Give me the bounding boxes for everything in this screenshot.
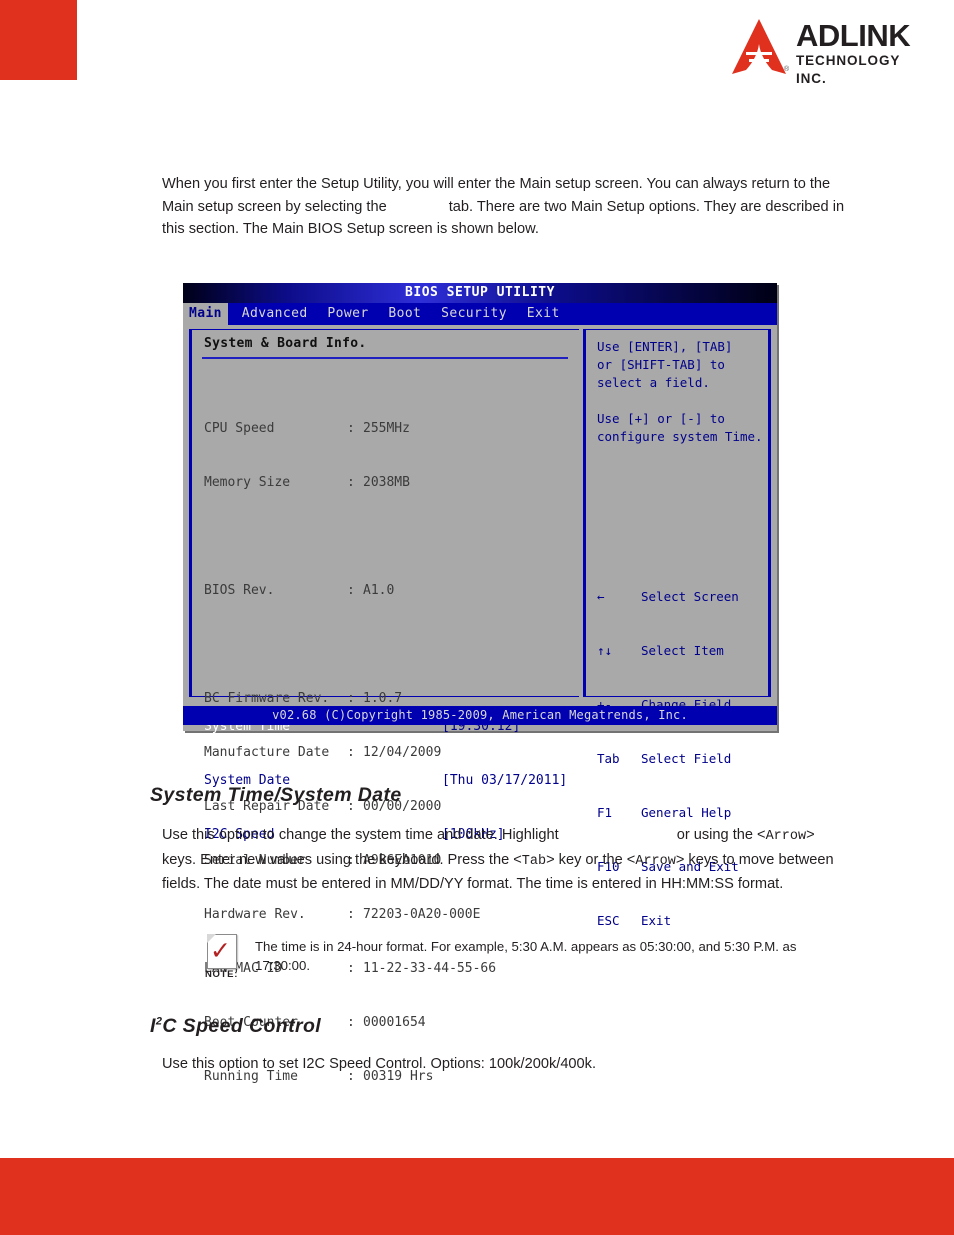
bios-tab-security[interactable]: Security bbox=[435, 303, 513, 325]
setting-value[interactable]: [Thu 03/17/2011] bbox=[442, 772, 567, 790]
key-glyph: Tab bbox=[597, 751, 620, 766]
bios-help-pane: Use [ENTER], [TAB] or [SHIFT-TAB] to sel… bbox=[583, 329, 771, 928]
bios-tab-boot[interactable]: Boot bbox=[382, 303, 427, 325]
info-value: A1.0 bbox=[363, 583, 395, 598]
bios-tab-advanced[interactable]: Advanced bbox=[236, 303, 314, 325]
section-body-i2c-speed-control: Use this option to set I2C Speed Control… bbox=[162, 1056, 597, 1072]
body-text-e: > key or the < bbox=[546, 851, 636, 868]
key-glyph: ↑↓ bbox=[597, 643, 613, 658]
section-heading-system-time-date: System Time/System Date bbox=[150, 784, 402, 806]
info-value: 00001654 bbox=[363, 1015, 426, 1030]
logo-registered-mark: ® bbox=[784, 66, 790, 73]
info-row-hardware-rev: Hardware Rev.:72203-0A20-000E bbox=[204, 907, 481, 922]
key-name-tab: Tab bbox=[521, 853, 547, 869]
info-value: 72203-0A20-000E bbox=[363, 907, 481, 922]
intro-paragraph: When you first enter the Setup Utility, … bbox=[162, 173, 846, 241]
key-legend-row: ← Select Screen bbox=[597, 588, 739, 606]
bios-help-text: Use [ENTER], [TAB] or [SHIFT-TAB] to sel… bbox=[597, 339, 763, 444]
key-action: General Help bbox=[641, 805, 732, 820]
key-name-arrow-2: Arrow bbox=[635, 853, 676, 869]
bios-setup-screenshot: BIOS SETUP UTILITY Main Advanced Power B… bbox=[183, 283, 777, 1084]
bios-tab-exit[interactable]: Exit bbox=[521, 303, 566, 325]
bios-copyright-footer: v02.68 (C)Copyright 1985-2009, American … bbox=[183, 706, 777, 725]
info-row-bios-rev: BIOS Rev.: A1.0 bbox=[204, 583, 395, 598]
bios-key-legend: ← Select Screen ↑↓ Select Item +- Change Fi… bbox=[597, 552, 739, 966]
bios-menu-bar: Main Advanced Power Boot Security Exit bbox=[183, 303, 777, 325]
key-name-arrow-1: Arrow bbox=[765, 829, 807, 844]
note-icon: ✓ NOTE: bbox=[205, 934, 239, 982]
bios-tab-main[interactable]: Main bbox=[183, 303, 228, 325]
info-value: 255MHz bbox=[363, 421, 410, 436]
key-legend-row: F1 General Help bbox=[597, 804, 739, 822]
page-corner-accent bbox=[0, 0, 77, 80]
bios-body: System & Board Info. CPU Speed:255MHz Me… bbox=[183, 325, 777, 1084]
page-footer-bar bbox=[0, 1158, 954, 1235]
bios-pane-heading: System & Board Info. bbox=[204, 336, 367, 351]
body-text-c: using the < bbox=[693, 827, 766, 843]
bios-title-bar: BIOS SETUP UTILITY bbox=[183, 283, 777, 303]
note-label: NOTE: bbox=[205, 969, 239, 980]
logo-wordmark: ADLINK bbox=[796, 18, 911, 53]
key-glyph: ← bbox=[597, 589, 605, 604]
info-row-cpu-speed: CPU Speed:255MHz bbox=[204, 421, 410, 436]
body-text-b: or bbox=[676, 827, 690, 843]
key-legend-row: ↑↓ Select Item bbox=[597, 642, 739, 660]
info-value: 2038MB bbox=[363, 475, 410, 490]
key-legend-row: ESC Exit bbox=[597, 912, 739, 930]
bios-tab-power[interactable]: Power bbox=[321, 303, 374, 325]
key-glyph: F1 bbox=[597, 805, 613, 820]
info-row-memory-size: Memory Size:2038MB bbox=[204, 475, 410, 490]
body-text-a: Use this option to change the system tim… bbox=[162, 827, 559, 843]
bios-pane-divider bbox=[202, 357, 568, 359]
key-action: Exit bbox=[641, 913, 672, 928]
info-key: CPU Speed bbox=[204, 421, 275, 436]
info-key: BIOS Rev. bbox=[204, 583, 275, 598]
info-key: Memory Size bbox=[204, 475, 291, 490]
info-key: Hardware Rev. bbox=[204, 907, 306, 922]
key-action: Select Item bbox=[641, 643, 724, 658]
adlink-triangle-icon bbox=[732, 19, 786, 74]
section-heading-i2c-speed-control: I2C Speed Control bbox=[150, 1015, 321, 1038]
logo-tagline: TECHNOLOGY INC. bbox=[796, 53, 901, 86]
key-legend-row: Tab Select Field bbox=[597, 750, 739, 768]
key-action: Select Screen bbox=[641, 589, 739, 604]
bios-main-pane: System & Board Info. CPU Speed:255MHz Me… bbox=[189, 329, 579, 1084]
section-body-system-time-date: Use this option to change the system tim… bbox=[162, 824, 852, 896]
adlink-logo: ADLINK TECHNOLOGY INC. ® bbox=[728, 16, 928, 86]
key-action: Select Field bbox=[641, 751, 732, 766]
key-glyph: ESC bbox=[597, 913, 620, 928]
note-text: The time is in 24-hour format. For examp… bbox=[255, 939, 797, 973]
heading-part-post: C Speed Control bbox=[162, 1015, 322, 1037]
checkmark-icon: ✓ bbox=[210, 936, 231, 965]
